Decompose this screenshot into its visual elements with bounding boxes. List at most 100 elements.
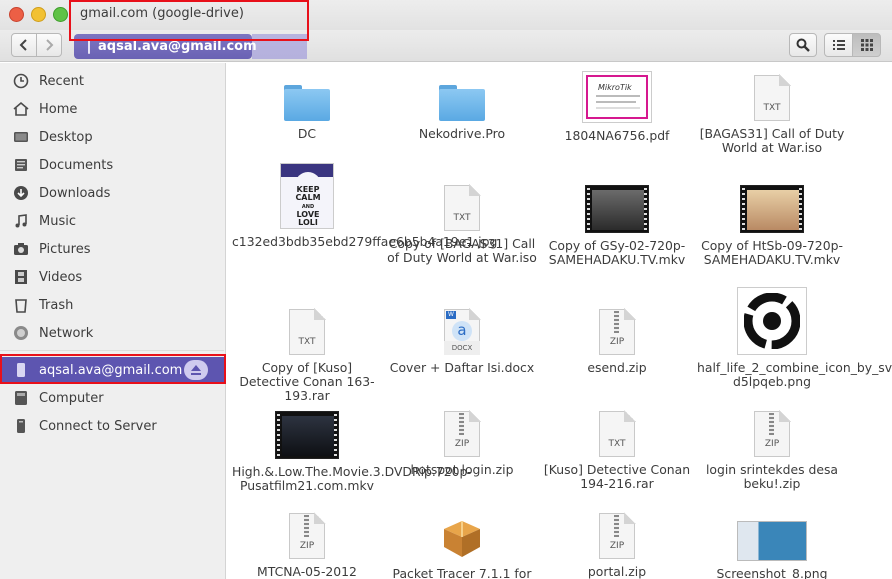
sidebar: Recent Home Desktop Documents Downloads … — [0, 63, 226, 579]
file-name: 1804NA6756.pdf — [564, 128, 670, 143]
file-extension: ZIP — [454, 439, 470, 449]
file-name: [Kuso] Detective Conan 194-216.rar — [543, 462, 691, 491]
folder-icon — [439, 85, 485, 121]
file-name: DC — [297, 126, 317, 141]
file-item[interactable]: MikroTik 1804NA6756.pdf — [542, 71, 692, 143]
text-file-icon: TXT — [444, 184, 481, 231]
grid-view-button[interactable] — [852, 33, 881, 57]
sidebar-item-label: Desktop — [39, 129, 93, 145]
chevron-left-icon — [19, 39, 27, 51]
file-name: esend.zip — [587, 360, 647, 375]
file-item[interactable]: Nekodrive.Pro — [387, 73, 537, 141]
computer-icon — [12, 389, 30, 407]
sidebar-item-downloads[interactable]: Downloads — [0, 180, 224, 206]
path-bar-label: aqsal.ava@gmail.com — [98, 39, 257, 54]
file-item[interactable]: TXT [Kuso] Detective Conan 194-216.rar — [542, 410, 692, 491]
film-icon — [12, 268, 30, 286]
maximize-window-button[interactable] — [53, 7, 68, 22]
text-file-icon: TXT — [289, 308, 326, 355]
file-item[interactable]: half_life_2_combine_icon_by_sveencoop-d5… — [697, 287, 892, 389]
text-file-icon: TXT — [599, 410, 636, 457]
minimize-window-button[interactable] — [31, 7, 46, 22]
search-icon — [796, 38, 810, 52]
sidebar-item-label: Network — [39, 325, 94, 341]
search-button[interactable] — [789, 33, 817, 57]
file-name: Copy of HtSb-09-720p-SAMEHADAKU.TV.mkv — [701, 238, 843, 267]
trash-icon — [12, 296, 30, 314]
sidebar-item-label: Pictures — [39, 241, 91, 257]
sidebar-item-label: Videos — [39, 269, 83, 285]
sidebar-item-label: Home — [39, 101, 78, 117]
back-button[interactable] — [11, 33, 37, 57]
text-file-icon: TXT — [754, 74, 791, 121]
file-item[interactable]: TXT Copy of [BAGAS31] Call of Duty World… — [387, 184, 537, 265]
sidebar-item-desktop[interactable]: Desktop — [0, 124, 224, 150]
sidebar-item-network[interactable]: Network — [0, 320, 224, 346]
forward-button[interactable] — [36, 33, 62, 57]
file-extension: ZIP — [299, 541, 315, 551]
image-thumbnail — [737, 287, 807, 355]
file-item[interactable]: KEEP CALM AND LOVE LOLI c132ed3bdb35ebd2… — [232, 163, 498, 249]
video-thumbnail — [740, 185, 804, 233]
sidebar-item-label: Computer — [39, 390, 104, 406]
file-extension: ZIP — [764, 439, 780, 449]
file-name: MTCNA-05-2012 — [257, 564, 357, 579]
folder-icon — [284, 85, 330, 121]
file-item[interactable]: ZIP esend.zip — [542, 308, 692, 375]
sidebar-item-label: Documents — [39, 157, 114, 173]
file-name: c132ed3bdb35ebd279ffae6b5b4a19e1.jpg — [232, 234, 498, 249]
file-item[interactable]: Packet Tracer 7.1.1 for — [387, 513, 537, 579]
sidebar-item-videos[interactable]: Videos — [0, 264, 224, 290]
camera-icon — [12, 240, 30, 258]
documents-icon — [12, 156, 30, 174]
file-extension: TXT — [453, 213, 471, 223]
video-thumbnail — [585, 185, 649, 233]
image-thumbnail: KEEP CALM AND LOVE LOLI — [280, 163, 334, 229]
file-item[interactable]: ZIP MTCNA-05-2012 — [232, 512, 382, 579]
file-name: Copy of GSy-02-720p-SAMEHADAKU.TV.mkv — [548, 238, 686, 267]
file-name: hotspot login.zip — [410, 462, 514, 477]
file-item[interactable]: W a DOCX Cover + Daftar Isi.docx — [387, 308, 537, 375]
server-icon — [12, 417, 30, 435]
video-thumbnail — [275, 411, 339, 459]
file-item[interactable]: ZIP portal.zip — [542, 512, 692, 579]
sidebar-item-computer[interactable]: Computer — [0, 385, 224, 411]
file-item[interactable]: DC — [232, 73, 382, 141]
file-extension: TXT — [608, 439, 626, 449]
file-item[interactable]: ZIP hotspot login.zip — [387, 410, 537, 477]
file-item[interactable]: Copy of HtSb-09-720p-SAMEHADAKU.TV.mkv — [697, 185, 847, 267]
sidebar-item-home[interactable]: Home — [0, 96, 224, 122]
file-extension: DOCX — [444, 341, 480, 355]
clock-icon — [12, 72, 30, 90]
file-item[interactable]: Screenshot_8.png — [697, 521, 847, 579]
sidebar-item-pictures[interactable]: Pictures — [0, 236, 224, 262]
sidebar-item-label: Recent — [39, 73, 84, 89]
home-icon — [12, 100, 30, 118]
file-name: Packet Tracer 7.1.1 for — [392, 566, 532, 579]
grid-view-icon — [860, 39, 873, 51]
file-extension: TXT — [763, 103, 781, 113]
file-name: High.&.Low.The.Movie.3.DVDRip.720p-Pusat… — [232, 464, 472, 493]
screenshot-thumbnail — [737, 521, 807, 561]
file-item[interactable]: Copy of GSy-02-720p-SAMEHADAKU.TV.mkv — [542, 185, 692, 267]
zip-archive-icon: ZIP — [754, 410, 791, 457]
sidebar-item-trash[interactable]: Trash — [0, 292, 224, 318]
file-name: Copy of [BAGAS31] Call of Duty World at … — [387, 236, 537, 265]
list-view-icon — [832, 40, 845, 50]
desktop-icon — [12, 128, 30, 146]
network-icon — [12, 324, 30, 342]
sidebar-item-music[interactable]: Music — [0, 208, 224, 234]
sidebar-item-connect-to-server[interactable]: Connect to Server — [0, 413, 224, 439]
sidebar-item-recent[interactable]: Recent — [0, 68, 224, 94]
close-window-button[interactable] — [9, 7, 24, 22]
sidebar-item-documents[interactable]: Documents — [0, 152, 224, 178]
sidebar-item-label: Downloads — [39, 185, 111, 201]
file-item[interactable]: High.&.Low.The.Movie.3.DVDRip.720p-Pusat… — [232, 411, 472, 493]
file-item[interactable]: TXT [BAGAS31] Call of Duty World at War.… — [697, 74, 847, 155]
list-view-button[interactable] — [824, 33, 853, 57]
sidebar-item-label: Music — [39, 213, 76, 229]
file-name: portal.zip — [587, 564, 647, 579]
zip-archive-icon: ZIP — [599, 512, 636, 559]
file-item[interactable]: TXT Copy of [Kuso] Detective Conan 163-1… — [232, 308, 382, 403]
file-item[interactable]: ZIP login srintekdes desa beku!.zip — [697, 410, 847, 491]
